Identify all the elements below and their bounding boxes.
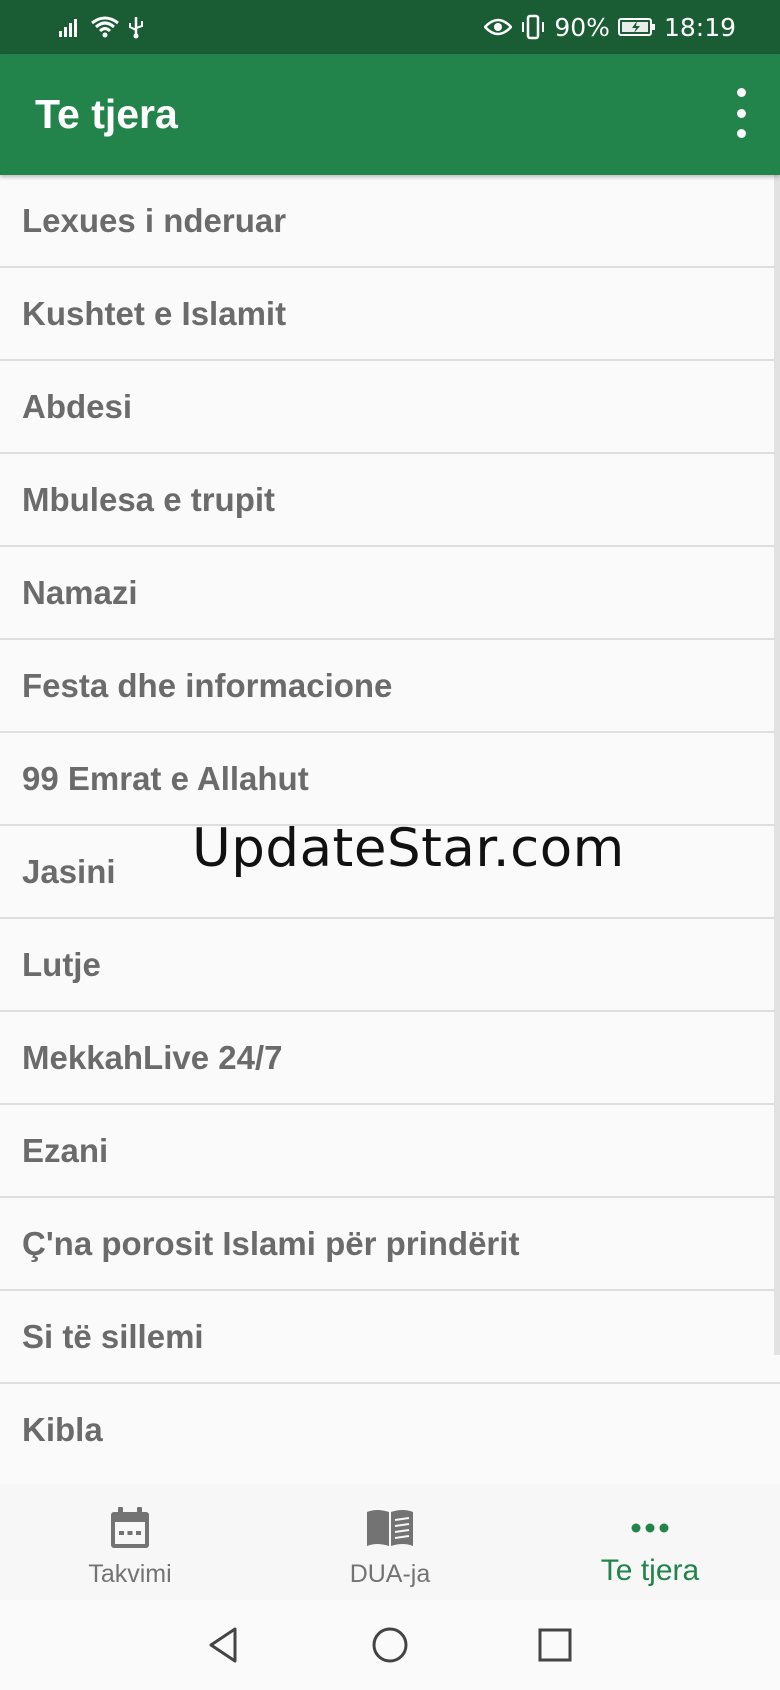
watermark: UpdateStar.com [192, 818, 625, 879]
list-item-label: Mbulesa e trupit [22, 480, 276, 518]
nav-item-te-tjera[interactable]: Te tjera [520, 1484, 780, 1600]
list-item-lutje[interactable]: Lutje [0, 919, 780, 1012]
list-item-label: Ezani [22, 1131, 109, 1169]
page-title: Te tjera [35, 91, 178, 137]
book-icon [365, 1504, 415, 1552]
battery-icon [617, 17, 656, 37]
scrollbar[interactable] [774, 175, 780, 1355]
nav-item-takvimi[interactable]: Takvimi [0, 1484, 260, 1600]
list-item-ezani[interactable]: Ezani [0, 1105, 780, 1198]
list-item-99-emrat-e-allahut[interactable]: 99 Emrat e Allahut [0, 733, 780, 826]
status-left-icons [58, 12, 144, 42]
list-item-label: Ç'na porosit Islami për prindërit [22, 1224, 520, 1262]
list-item-lexues-i-nderuar[interactable]: Lexues i nderuar [0, 175, 780, 268]
list-item-label: Si të sillemi [22, 1317, 204, 1355]
home-icon[interactable] [365, 1620, 415, 1670]
nav-label: Takvimi [88, 1560, 172, 1588]
list-item-kibla[interactable]: Kibla [0, 1384, 780, 1475]
calendar-icon [109, 1504, 151, 1552]
list-item-label: MekkahLive 24/7 [22, 1038, 283, 1076]
more-horiz-icon [630, 1504, 670, 1552]
clock: 18:19 [663, 12, 736, 42]
list-item-label: Abdesi [22, 387, 133, 425]
nav-label: DUA-ja [349, 1560, 431, 1588]
app-bar: Te tjera [0, 54, 780, 175]
screen: 90% 18:19 Te tjera Lexues i nderuar Kush… [0, 0, 780, 1690]
list-item-mekkahlive[interactable]: MekkahLive 24/7 [0, 1012, 780, 1105]
list-item-label: Lexues i nderuar [22, 201, 287, 239]
more-vert-icon[interactable] [728, 88, 754, 138]
list-item-abdesi[interactable]: Abdesi [0, 361, 780, 454]
list-item-namazi[interactable]: Namazi [0, 547, 780, 640]
list-item-kushtet-e-islamit[interactable]: Kushtet e Islamit [0, 268, 780, 361]
nav-item-dua-ja[interactable]: DUA-ja [260, 1484, 520, 1600]
list-item-mbulesa-e-trupit[interactable]: Mbulesa e trupit [0, 454, 780, 547]
vibrate-icon [520, 14, 546, 40]
battery-percent: 90% [554, 12, 610, 42]
status-bar: 90% 18:19 [0, 0, 780, 54]
list-item-label: 99 Emrat e Allahut [22, 759, 309, 797]
list-item-festa-dhe-informacione[interactable]: Festa dhe informacione [0, 640, 780, 733]
bottom-nav: Takvimi DUA-ja Te tjera [0, 1484, 780, 1600]
signal-icon [58, 16, 82, 38]
wifi-icon [90, 15, 120, 39]
back-icon[interactable] [198, 1620, 248, 1670]
recents-icon[interactable] [530, 1620, 580, 1670]
status-right-icons: 90% 18:19 [484, 10, 736, 44]
list-item-label: Festa dhe informacione [22, 666, 393, 704]
list-item-label: Kibla [22, 1410, 103, 1448]
eye-icon [484, 17, 513, 37]
list-item-label: Kushtet e Islamit [22, 294, 287, 332]
list-item-si-te-sillemi[interactable]: Si të sillemi [0, 1291, 780, 1384]
list-item-cna-porosit-islami[interactable]: Ç'na porosit Islami për prindërit [0, 1198, 780, 1291]
list-item-label: Namazi [22, 573, 138, 611]
nav-label: Te tjera [600, 1554, 700, 1587]
system-nav-bar [0, 1600, 780, 1690]
list-item-label: Jasini [22, 852, 116, 890]
usb-icon [128, 15, 144, 39]
list-item-label: Lutje [22, 945, 101, 983]
